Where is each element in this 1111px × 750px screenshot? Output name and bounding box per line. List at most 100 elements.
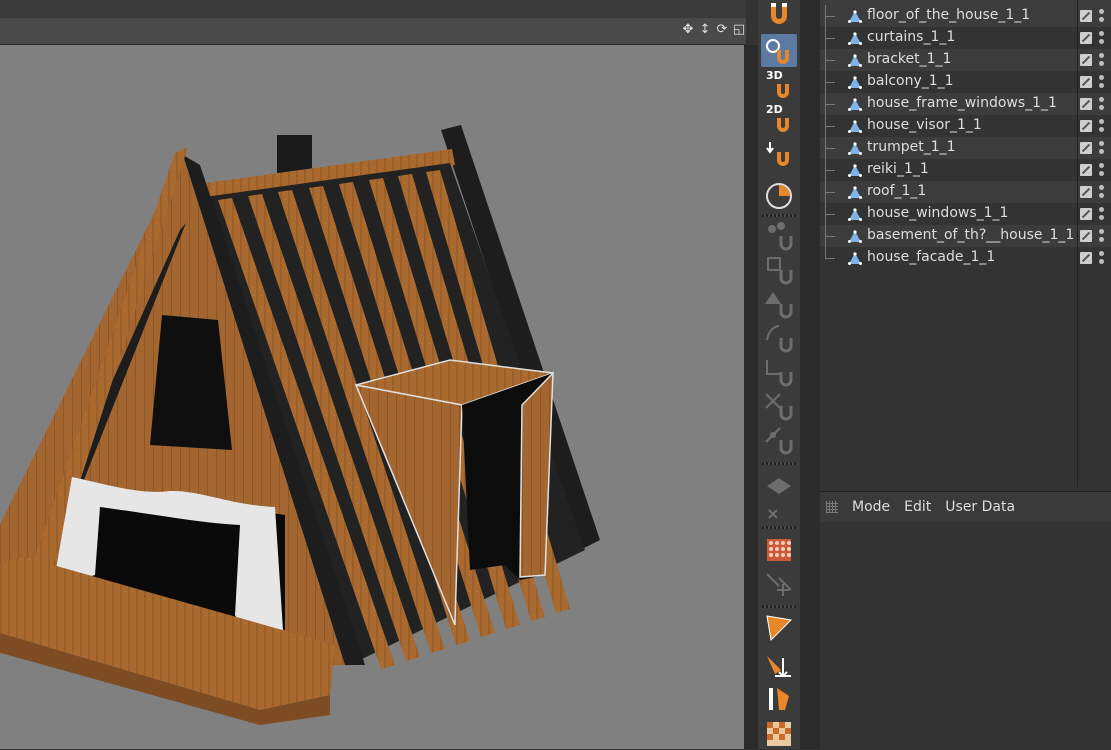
- object-row[interactable]: roof_1_1: [820, 181, 1111, 203]
- layer-icon[interactable]: [1080, 10, 1092, 22]
- visibility-dots-icon[interactable]: [1099, 163, 1105, 177]
- spline-snap-icon[interactable]: [761, 320, 797, 353]
- object-row[interactable]: house_frame_windows_1_1: [820, 93, 1111, 115]
- chimney: [277, 135, 312, 173]
- tree-line: [820, 137, 848, 159]
- grid-point-icon[interactable]: [761, 502, 797, 535]
- object-row[interactable]: balcony_1_1: [820, 71, 1111, 93]
- object-name: floor_of_the_house_1_1: [867, 7, 1031, 23]
- object-row[interactable]: floor_of_the_house_1_1: [820, 5, 1111, 27]
- 3d-viewport[interactable]: [0, 45, 744, 749]
- visibility-dots-icon[interactable]: [1099, 251, 1105, 265]
- snap-magnet-icon[interactable]: [761, 0, 797, 33]
- tree-line: [820, 93, 848, 115]
- layer-icon[interactable]: [1080, 164, 1092, 176]
- object-row[interactable]: house_facade_1_1: [820, 247, 1111, 269]
- attributes-panel: Mode Edit User Data: [820, 491, 1111, 750]
- maximize-icon[interactable]: ◱: [732, 22, 746, 38]
- layer-icon[interactable]: [1080, 208, 1092, 220]
- quantize-icon[interactable]: [761, 178, 797, 211]
- polygon-snap-icon[interactable]: [761, 286, 797, 319]
- object-name: basement_of_th?__house_1_1: [867, 227, 1075, 243]
- axis-snap-icon[interactable]: [761, 354, 797, 387]
- visibility-dots-icon[interactable]: [1099, 9, 1105, 23]
- edge-snap-icon[interactable]: [761, 252, 797, 285]
- tree-line: [820, 203, 848, 225]
- layer-icon[interactable]: [1080, 142, 1092, 154]
- object-row[interactable]: curtains_1_1: [820, 27, 1111, 49]
- guide-snap-icon[interactable]: [761, 534, 797, 567]
- tree-line: [820, 27, 848, 49]
- snap-down-icon[interactable]: [761, 136, 797, 169]
- midpoint-snap-icon[interactable]: [761, 422, 797, 455]
- viewport-splitter[interactable]: [744, 45, 758, 749]
- object-row[interactable]: basement_of_th?__house_1_1: [820, 225, 1111, 247]
- tree-line: [820, 71, 848, 93]
- 2d-snap-icon[interactable]: 2D: [761, 102, 797, 135]
- viewport-menu-bar: [0, 0, 746, 18]
- object-name: curtains_1_1: [867, 29, 956, 45]
- visibility-dots-icon[interactable]: [1099, 207, 1105, 221]
- object-row[interactable]: house_windows_1_1: [820, 203, 1111, 225]
- edge-align-icon[interactable]: [761, 682, 797, 715]
- object-name: house_windows_1_1: [867, 205, 1009, 221]
- rotate-icon[interactable]: ⟳: [715, 22, 729, 38]
- house-render: [0, 125, 600, 725]
- polygon-object-icon: [848, 98, 862, 111]
- polygon-object-icon: [848, 120, 862, 133]
- object-name: house_frame_windows_1_1: [867, 95, 1057, 111]
- visibility-dots-icon[interactable]: [1099, 97, 1105, 111]
- move-icon[interactable]: ✥: [681, 22, 695, 38]
- tree-line: [820, 159, 848, 181]
- polygon-object-icon: [848, 76, 862, 89]
- visibility-dots-icon[interactable]: [1099, 75, 1105, 89]
- layer-icon[interactable]: [1080, 98, 1092, 110]
- layer-icon[interactable]: [1080, 120, 1092, 132]
- mesh-checker-icon[interactable]: [761, 716, 797, 749]
- layer-icon[interactable]: [1080, 32, 1092, 44]
- object-name: bracket_1_1: [867, 51, 952, 67]
- visibility-dots-icon[interactable]: [1099, 185, 1105, 199]
- menu-user-data[interactable]: User Data: [945, 499, 1015, 515]
- visibility-dots-icon[interactable]: [1099, 229, 1105, 243]
- panel-separator: [800, 0, 820, 749]
- polygon-object-icon: [848, 230, 862, 243]
- visibility-dots-icon[interactable]: [1099, 119, 1105, 133]
- zoom-icon[interactable]: ↕: [698, 22, 712, 38]
- 3d-snap-icon[interactable]: 3D: [761, 68, 797, 101]
- object-row[interactable]: reiki_1_1: [820, 159, 1111, 181]
- visibility-dots-icon[interactable]: [1099, 141, 1105, 155]
- object-name: roof_1_1: [867, 183, 927, 199]
- visibility-dots-icon[interactable]: [1099, 53, 1105, 67]
- menu-mode[interactable]: Mode: [852, 499, 890, 515]
- viewport-nav-icons: ✥ ↕ ⟳ ◱: [681, 22, 746, 38]
- tree-line: [820, 181, 848, 203]
- polygon-object-icon: [848, 54, 862, 67]
- workplane-snap-icon[interactable]: [761, 468, 797, 501]
- dynamic-guide-icon[interactable]: [761, 568, 797, 601]
- layer-icon[interactable]: [1080, 54, 1092, 66]
- vertex-snap-icon[interactable]: [761, 218, 797, 251]
- layer-icon[interactable]: [1080, 230, 1092, 242]
- polygon-object-icon: [848, 32, 862, 45]
- perpendicular-icon[interactable]: [761, 610, 797, 643]
- object-row[interactable]: trumpet_1_1: [820, 137, 1111, 159]
- attributes-menu-bar: Mode Edit User Data: [820, 492, 1111, 522]
- object-row[interactable]: house_visor_1_1: [820, 115, 1111, 137]
- object-row[interactable]: bracket_1_1: [820, 49, 1111, 71]
- visibility-dots-icon[interactable]: [1099, 31, 1105, 45]
- object-name: balcony_1_1: [867, 73, 954, 89]
- tree-line: [820, 5, 848, 27]
- polygon-object-icon: [848, 164, 862, 177]
- panel-grip-icon[interactable]: [826, 501, 838, 513]
- grid-material-icon[interactable]: [761, 648, 797, 681]
- object-name: reiki_1_1: [867, 161, 929, 177]
- intersection-snap-icon[interactable]: [761, 388, 797, 421]
- tree-line: [820, 115, 848, 137]
- layer-icon[interactable]: [1080, 76, 1092, 88]
- viewport-header: ✥ ↕ ⟳ ◱: [0, 18, 746, 45]
- layer-icon[interactable]: [1080, 252, 1092, 264]
- menu-edit[interactable]: Edit: [904, 499, 931, 515]
- layer-icon[interactable]: [1080, 186, 1092, 198]
- snap-enable-icon[interactable]: [761, 34, 797, 67]
